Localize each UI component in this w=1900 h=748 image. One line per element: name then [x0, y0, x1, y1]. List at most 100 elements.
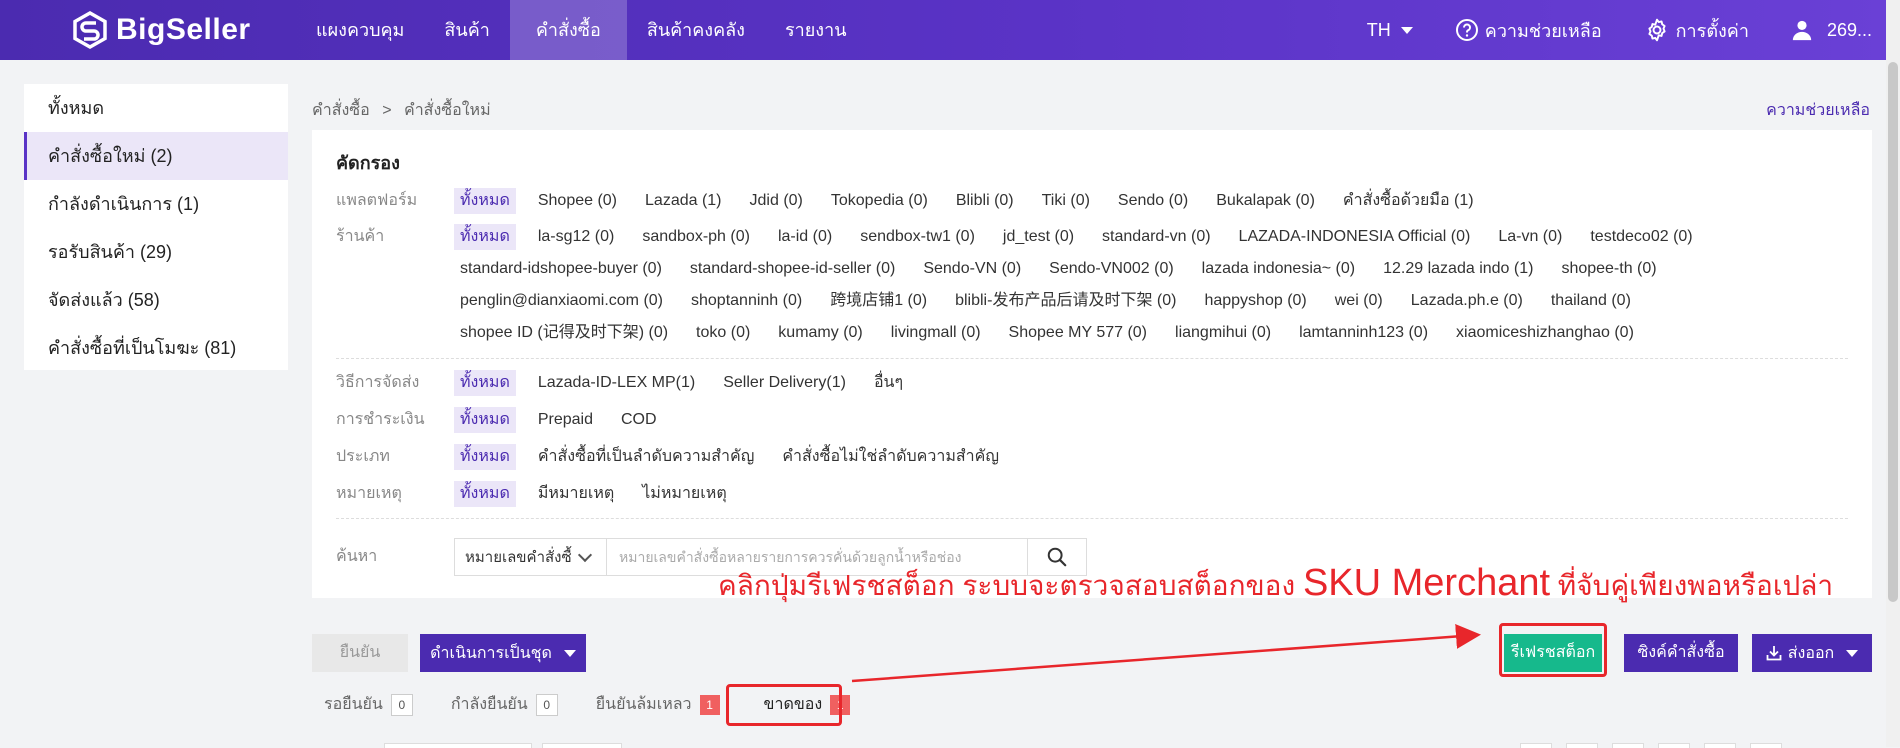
- payment-option[interactable]: COD: [615, 407, 663, 433]
- help-menu[interactable]: ความช่วยเหลือ: [1455, 16, 1602, 45]
- partial-control[interactable]: [1612, 743, 1644, 748]
- scrollbar-thumb[interactable]: [1888, 62, 1898, 602]
- store-option[interactable]: shopee-th (0): [1555, 256, 1662, 282]
- store-option[interactable]: thailand (0): [1545, 288, 1637, 314]
- platform-option[interactable]: Shopee (0): [532, 188, 623, 214]
- store-option[interactable]: standard-vn (0): [1096, 224, 1217, 250]
- sidebar-item-new-orders[interactable]: คำสั่งซื้อใหม่ (2): [24, 132, 288, 180]
- export-button[interactable]: ส่งออก: [1752, 634, 1872, 672]
- store-option[interactable]: ทั้งหมด: [454, 224, 516, 250]
- search-field-select[interactable]: หมายเลขคำสั่งซื้: [455, 539, 607, 575]
- partial-control[interactable]: [542, 743, 622, 748]
- store-option[interactable]: 12.29 lazada indo (1): [1377, 256, 1539, 282]
- tab-confirming[interactable]: กำลังยืนยัน 0: [451, 692, 558, 717]
- page-scrollbar[interactable]: [1886, 0, 1900, 747]
- sync-orders-button[interactable]: ซิงค์คำสั่งซื้อ: [1624, 634, 1738, 672]
- shipping-option[interactable]: อื่นๆ: [868, 370, 909, 396]
- tab-confirm-failed[interactable]: ยืนยันล้มเหลว 1: [596, 692, 720, 717]
- sidebar-item-cancelled[interactable]: คำสั่งซื้อที่เป็นโมฆะ (81): [24, 324, 288, 372]
- partial-control[interactable]: [1750, 743, 1782, 748]
- platform-option[interactable]: Blibli (0): [950, 188, 1020, 214]
- nav-reports[interactable]: รายงาน: [765, 0, 867, 60]
- store-option[interactable]: shopee ID (记得及时下架) (0): [454, 320, 674, 346]
- store-option[interactable]: happyshop (0): [1198, 288, 1312, 314]
- highlight-box: [726, 684, 842, 726]
- store-option[interactable]: lamtanninh123 (0): [1293, 320, 1434, 346]
- store-option[interactable]: Sendo-VN002 (0): [1043, 256, 1180, 282]
- confirm-button[interactable]: ยืนยัน: [312, 634, 408, 672]
- store-label-spacer: [336, 256, 454, 287]
- store-option[interactable]: LAZADA-INDONESIA Official (0): [1233, 224, 1477, 250]
- type-option[interactable]: คำสั่งซื้อไม่ใช่ลำดับความสำคัญ: [776, 444, 1005, 470]
- note-filter-row: หมายเหตุ ทั้งหมด มีหมายเหตุ ไม่หมายเหตุ: [336, 481, 1854, 512]
- sidebar-item-shipped[interactable]: จัดส่งแล้ว (58): [24, 276, 288, 324]
- store-option[interactable]: xiaomiceshizhanghao (0): [1450, 320, 1640, 346]
- store-option[interactable]: 跨境店铺1 (0): [824, 288, 933, 314]
- payment-option[interactable]: Prepaid: [532, 407, 599, 433]
- partial-control[interactable]: [1658, 743, 1690, 748]
- sidebar-item-all[interactable]: ทั้งหมด: [24, 84, 288, 132]
- store-option[interactable]: toko (0): [690, 320, 756, 346]
- platform-option[interactable]: Lazada (1): [639, 188, 728, 214]
- nav-products[interactable]: สินค้า: [424, 0, 509, 60]
- payment-option[interactable]: ทั้งหมด: [454, 407, 516, 433]
- shipping-filter-row: วิธีการจัดส่ง ทั้งหมด Lazada-ID-LEX MP(1…: [336, 370, 1854, 401]
- top-right-menu: TH ความช่วยเหลือ การตั้งค่า 269...: [1325, 0, 1872, 60]
- chevron-down-icon: [577, 547, 592, 563]
- type-option[interactable]: ทั้งหมด: [454, 444, 516, 470]
- bigseller-logo[interactable]: BigSeller: [70, 10, 251, 50]
- partial-control[interactable]: [1704, 743, 1736, 748]
- batch-action-button[interactable]: ดำเนินการเป็นชุด: [420, 634, 586, 672]
- platform-option[interactable]: Sendo (0): [1112, 188, 1194, 214]
- partial-control[interactable]: [1566, 743, 1598, 748]
- store-option[interactable]: Lazada.ph.e (0): [1405, 288, 1529, 314]
- store-option[interactable]: sandbox-ph (0): [636, 224, 756, 250]
- breadcrumb-root[interactable]: คำสั่งซื้อ: [312, 102, 370, 119]
- platform-option[interactable]: Tokopedia (0): [825, 188, 934, 214]
- store-option[interactable]: sendbox-tw1 (0): [854, 224, 981, 250]
- shipping-option[interactable]: Seller Delivery(1): [717, 370, 852, 396]
- store-option[interactable]: la-id (0): [772, 224, 838, 250]
- partial-control[interactable]: [384, 743, 532, 748]
- shipping-option[interactable]: Lazada-ID-LEX MP(1): [532, 370, 701, 396]
- store-option[interactable]: la-sg12 (0): [532, 224, 620, 250]
- store-filter-row-4: shopee ID (记得及时下架) (0) toko (0) kumamy (…: [336, 320, 1854, 351]
- platform-option[interactable]: Tiki (0): [1036, 188, 1096, 214]
- tab-pending-confirm[interactable]: รอยืนยัน 0: [324, 692, 413, 717]
- store-option[interactable]: jd_test (0): [997, 224, 1080, 250]
- store-option[interactable]: liangmihui (0): [1169, 320, 1277, 346]
- type-option[interactable]: คำสั่งซื้อที่เป็นลำดับความสำคัญ: [532, 444, 760, 470]
- help-link[interactable]: ความช่วยเหลือ: [1766, 98, 1870, 123]
- note-option[interactable]: มีหมายเหตุ: [532, 481, 620, 507]
- store-option[interactable]: livingmall (0): [885, 320, 987, 346]
- platform-option[interactable]: ทั้งหมด: [454, 188, 516, 214]
- sidebar-item-processing[interactable]: กำลังดำเนินการ (1): [24, 180, 288, 228]
- platform-option[interactable]: Bukalapak (0): [1210, 188, 1321, 214]
- platform-option[interactable]: คำสั่งซื้อด้วยมือ (1): [1337, 188, 1480, 214]
- store-option[interactable]: kumamy (0): [772, 320, 868, 346]
- partial-control[interactable]: [1520, 743, 1552, 748]
- store-option[interactable]: Sendo-VN (0): [917, 256, 1027, 282]
- store-option[interactable]: wei (0): [1329, 288, 1389, 314]
- store-option[interactable]: penglin@dianxiaomi.com (0): [454, 288, 669, 314]
- sidebar-item-awaiting-pickup[interactable]: รอรับสินค้า (29): [24, 228, 288, 276]
- store-option[interactable]: La-vn (0): [1492, 224, 1568, 250]
- note-option[interactable]: ไม่หมายเหตุ: [636, 481, 732, 507]
- shipping-option[interactable]: ทั้งหมด: [454, 370, 516, 396]
- nav-orders[interactable]: คำสั่งซื้อ: [509, 0, 627, 60]
- platform-option[interactable]: Jdid (0): [744, 188, 809, 214]
- store-option[interactable]: standard-shopee-id-seller (0): [684, 256, 901, 282]
- settings-menu[interactable]: การตั้งค่า: [1644, 16, 1749, 45]
- store-option[interactable]: standard-idshopee-buyer (0): [454, 256, 668, 282]
- user-menu[interactable]: 269...: [1791, 19, 1872, 41]
- store-option[interactable]: testdeco02 (0): [1584, 224, 1698, 250]
- store-option[interactable]: blibli-发布产品后请及时下架 (0): [949, 288, 1182, 314]
- nav-inventory[interactable]: สินค้าคงคลัง: [627, 0, 765, 60]
- language-selector[interactable]: TH: [1367, 20, 1413, 41]
- store-option[interactable]: lazada indonesia~ (0): [1196, 256, 1361, 282]
- note-option[interactable]: ทั้งหมด: [454, 481, 516, 507]
- store-option[interactable]: Shopee MY 577 (0): [1003, 320, 1153, 346]
- payment-label: การชำระเงิน: [336, 411, 425, 428]
- store-option[interactable]: shoptanninh (0): [685, 288, 808, 314]
- nav-dashboard[interactable]: แผงควบคุม: [296, 0, 424, 60]
